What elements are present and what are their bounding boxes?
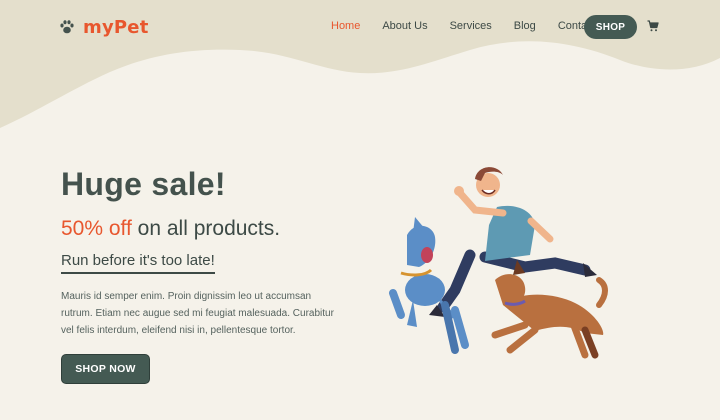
shop-now-button[interactable]: SHOP NOW <box>61 354 150 384</box>
brand-name: myPet <box>83 16 149 38</box>
hero-section: Huge sale! 50% off on all products. Run … <box>61 166 361 339</box>
nav-link-blog[interactable]: Blog <box>514 20 536 32</box>
hero-title: Huge sale! <box>61 166 226 202</box>
hero-subtitle: 50% off on all products. <box>61 216 361 242</box>
discount-highlight: 50% off <box>61 217 132 240</box>
navbar: myPet Home About Us Services Blog Contac… <box>0 0 720 54</box>
cart-icon[interactable] <box>647 20 659 32</box>
main-menu: Home About Us Services Blog Contact <box>331 20 618 32</box>
nav-link-home[interactable]: Home <box>331 20 360 32</box>
paw-icon <box>60 20 74 34</box>
nav-link-services[interactable]: Services <box>450 20 492 32</box>
hero-description: Mauris id semper enim. Proin dignissim l… <box>61 291 334 336</box>
shop-button[interactable]: SHOP <box>584 15 637 39</box>
running-man-with-dogs-illustration <box>389 167 608 359</box>
nav-link-about-us[interactable]: About Us <box>382 20 427 32</box>
subtitle-text: on all products. <box>131 217 281 240</box>
logo[interactable]: myPet <box>59 16 149 38</box>
hero-tagline: Run before it's too late! <box>61 252 215 274</box>
